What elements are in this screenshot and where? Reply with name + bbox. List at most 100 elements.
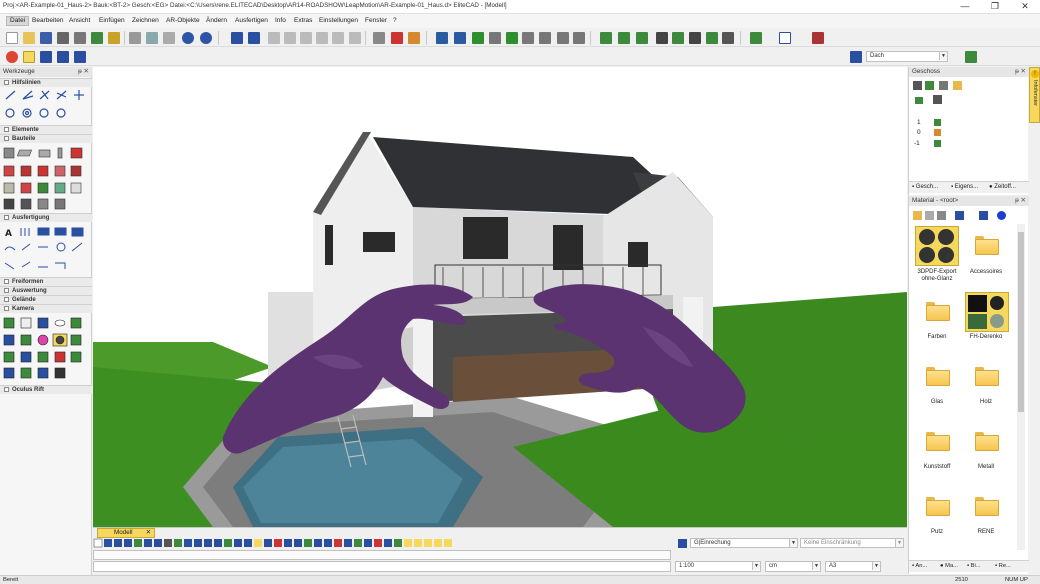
menu-info[interactable]: Info — [272, 16, 289, 26]
import-icon[interactable] — [108, 32, 120, 44]
scrollbar-thumb[interactable] — [1018, 232, 1024, 412]
pan-icon[interactable] — [332, 32, 344, 44]
menu-bearbeiten[interactable]: Bearbeiten — [29, 16, 66, 26]
copy-icon[interactable] — [146, 32, 158, 44]
scale-select[interactable]: 1:100 ▼ — [675, 561, 761, 572]
brush-icon[interactable] — [408, 32, 420, 44]
print-icon[interactable] — [57, 32, 69, 44]
level-1[interactable]: 1 — [917, 119, 921, 126]
tangent-icon[interactable] — [506, 32, 518, 44]
folder-icon[interactable] — [926, 432, 950, 451]
view-icon[interactable] — [231, 32, 243, 44]
tab-material[interactable]: ● Ma... — [940, 561, 958, 572]
ausfertigung-tools[interactable]: A — [3, 225, 89, 275]
layer-select[interactable]: Dach ▼ — [866, 51, 948, 62]
tool-icon[interactable] — [812, 32, 824, 44]
group-hilfslinien[interactable]: Hilfslinien — [0, 78, 92, 87]
material-fh-derenko[interactable] — [965, 292, 1009, 332]
group-auswertung[interactable]: Auswertung — [0, 286, 92, 295]
storey-edit-icon[interactable] — [939, 81, 948, 90]
folder-icon[interactable] — [926, 497, 950, 516]
snap-icons[interactable] — [93, 538, 473, 549]
point-icon[interactable] — [454, 32, 466, 44]
panel-icon[interactable] — [750, 32, 762, 44]
menu-extras[interactable]: Extras — [291, 16, 315, 26]
tab-render[interactable]: ▪ Re... — [995, 561, 1011, 572]
group-ausfertigung[interactable]: Ausfertigung — [0, 213, 92, 222]
stack4-icon[interactable] — [706, 32, 718, 44]
paste-icon[interactable] — [163, 32, 175, 44]
group-kamera[interactable]: Kamera — [0, 304, 92, 313]
command-input[interactable] — [93, 561, 671, 572]
check-icon[interactable] — [472, 32, 484, 44]
view2-icon[interactable] — [248, 32, 260, 44]
corner-icon[interactable] — [522, 32, 534, 44]
group-freiformen[interactable]: Freiformen — [0, 277, 92, 286]
zoom-all-icon[interactable] — [284, 32, 296, 44]
menu-ausfertigen[interactable]: Ausfertigen — [232, 16, 271, 26]
color-icon[interactable] — [997, 211, 1006, 220]
select-all-icon[interactable] — [57, 51, 69, 63]
grid-icon[interactable] — [373, 32, 385, 44]
cut-icon[interactable] — [129, 32, 141, 44]
storey-folder-icon[interactable] — [953, 81, 962, 90]
zoom-window-icon[interactable] — [268, 32, 280, 44]
tab-bibliothek[interactable]: ▪ Bi... — [967, 561, 981, 572]
tab-zeitoffset[interactable]: ● Zeitoff... — [989, 182, 1016, 193]
layer3-icon[interactable] — [636, 32, 648, 44]
group-oculus-rift[interactable]: Oculus Rift — [0, 385, 92, 394]
tab-eigenschaften[interactable]: ▪ Eigens... — [951, 182, 978, 193]
zoom-in-icon[interactable] — [300, 32, 312, 44]
folder-icon[interactable] — [975, 432, 999, 451]
stack-icon[interactable] — [656, 32, 668, 44]
cancel-icon[interactable] — [6, 51, 18, 63]
restriction-select[interactable]: Keine Einschränkung ▼ — [800, 538, 904, 548]
storey-add-icon[interactable] — [925, 81, 934, 90]
sort-icon[interactable] — [979, 211, 988, 220]
fit-icon[interactable] — [557, 32, 569, 44]
checkbox-icon[interactable] — [779, 32, 791, 44]
layer-icon[interactable] — [600, 32, 612, 44]
pin-icon[interactable]: ᵽ ✕ — [78, 67, 89, 77]
group-bauteile[interactable]: Bauteile — [0, 134, 92, 143]
tab-an[interactable]: ▪ An... — [912, 561, 927, 572]
zoom-out-icon[interactable] — [316, 32, 328, 44]
kamera-tools[interactable] — [3, 316, 89, 382]
menu-ansicht[interactable]: Ansicht — [66, 16, 93, 26]
hilfslinien-tools[interactable] — [3, 89, 89, 123]
new-file-icon[interactable] — [6, 32, 18, 44]
3d-viewport[interactable] — [93, 67, 907, 527]
unit-select[interactable]: cm ▼ — [765, 561, 821, 572]
stack5-icon[interactable] — [722, 32, 734, 44]
layer-manager-icon[interactable] — [965, 51, 977, 63]
info-side-tab[interactable]: ! Infofenster — [1029, 67, 1040, 123]
pin-icon[interactable]: ᵽ ✕ — [1015, 196, 1026, 206]
folder-icon[interactable] — [926, 302, 950, 321]
undo-icon[interactable] — [182, 32, 194, 44]
paper-select[interactable]: A3 ▼ — [825, 561, 881, 572]
measure-icon[interactable] — [436, 32, 448, 44]
group-gelaende[interactable]: Gelände — [0, 295, 92, 304]
paste-icon[interactable] — [937, 211, 946, 220]
menu-datei[interactable]: Datei — [6, 16, 30, 26]
material-scrollbar[interactable] — [1017, 224, 1025, 550]
folder-icon[interactable] — [913, 211, 922, 220]
menu-einfuegen[interactable]: Einfügen — [96, 16, 128, 26]
close-icon[interactable]: ✕ — [146, 529, 151, 537]
layer2-icon[interactable] — [618, 32, 630, 44]
snap-icon[interactable] — [489, 32, 501, 44]
folder-icon[interactable] — [975, 497, 999, 516]
menu-aendern[interactable]: Ändern — [203, 16, 230, 26]
select-filter-icon[interactable] — [74, 51, 86, 63]
close-button[interactable]: ✕ — [1010, 0, 1040, 14]
menu-ar-objekte[interactable]: AR-Objekte — [163, 16, 203, 26]
tab-modell[interactable]: Modell ✕ — [97, 528, 155, 538]
menu-einstellungen[interactable]: Einstellungen — [316, 16, 361, 26]
pencil-icon[interactable] — [391, 32, 403, 44]
material-3dpdf[interactable] — [915, 226, 959, 266]
menu-fenster[interactable]: Fenster — [362, 16, 390, 26]
stack3-icon[interactable] — [689, 32, 701, 44]
pin-icon[interactable]: ᵽ ✕ — [1015, 67, 1026, 77]
bauteile-tools[interactable] — [3, 146, 89, 212]
copy-icon[interactable] — [925, 211, 934, 220]
